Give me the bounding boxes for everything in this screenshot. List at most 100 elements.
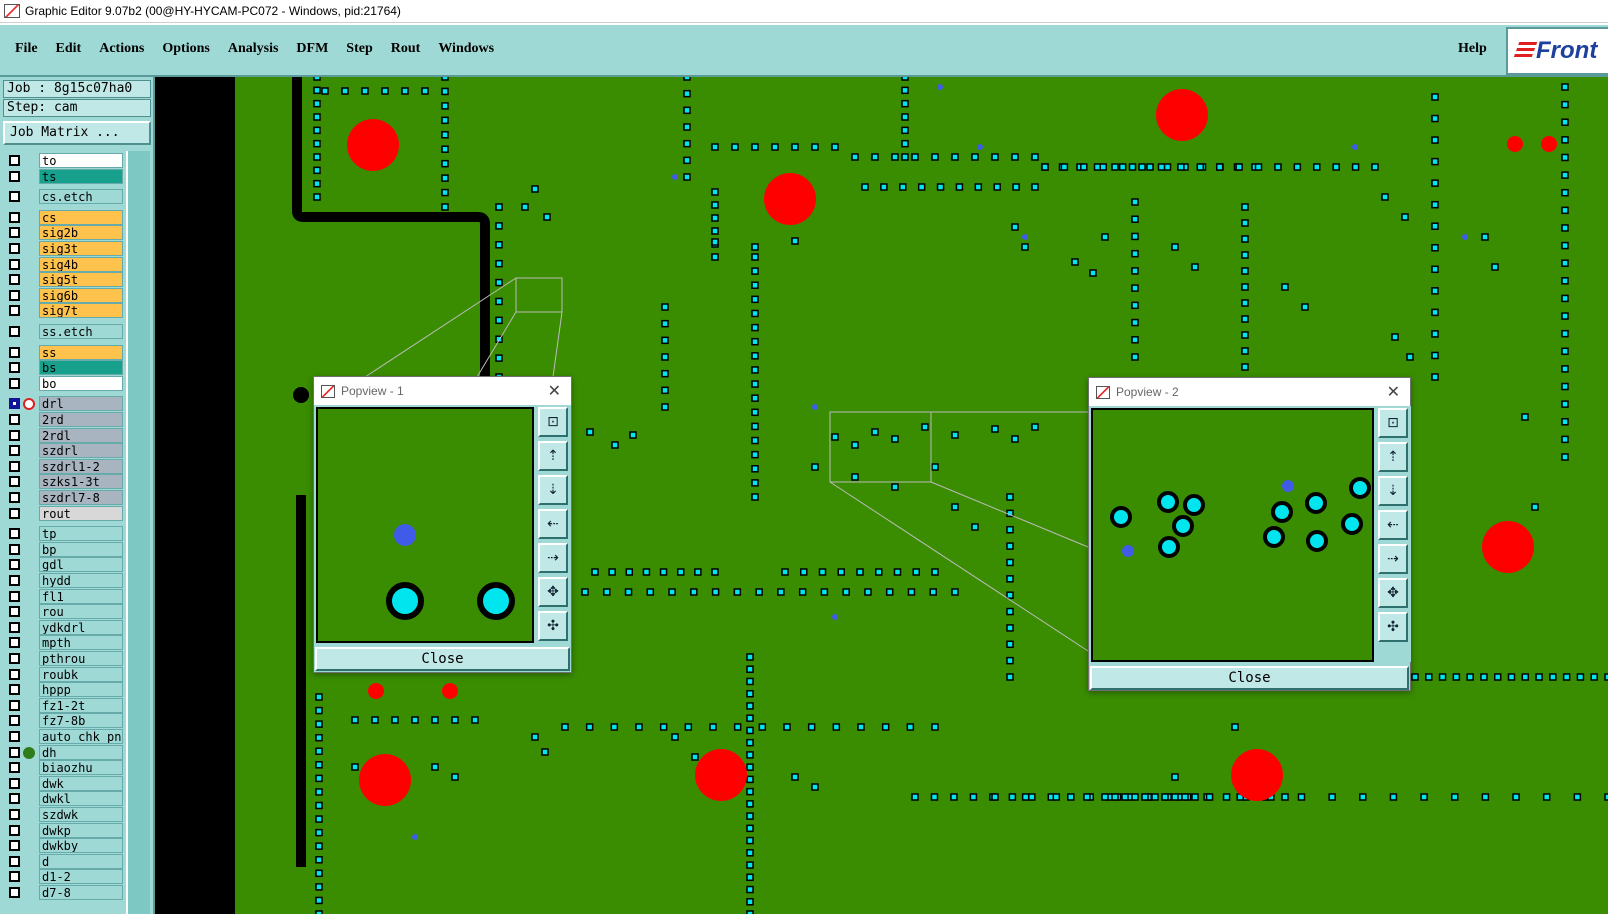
layer-checkbox[interactable] — [9, 492, 20, 503]
layer-checkbox[interactable] — [9, 559, 20, 571]
layer-checkbox[interactable] — [9, 398, 20, 410]
layer-checkbox[interactable] — [9, 528, 20, 540]
layer-checkbox[interactable] — [9, 258, 20, 270]
zoom-in-icon[interactable]: ✥ — [1378, 578, 1408, 608]
zoom-in-icon[interactable]: ✥ — [538, 577, 568, 607]
popview-2-viewport[interactable] — [1091, 408, 1374, 662]
layer-row[interactable]: hydd — [3, 573, 124, 588]
popview-1-titlebar[interactable]: Popview - 1 — [314, 377, 571, 405]
layer-row[interactable]: szdrl7-8 — [3, 490, 124, 505]
layer-checkbox[interactable] — [9, 871, 20, 883]
layer-row[interactable]: cs.etch — [3, 189, 124, 205]
layer-checkbox[interactable] — [9, 840, 20, 852]
layer-row[interactable]: dh — [3, 744, 124, 760]
menu-analysis[interactable]: Analysis — [228, 41, 279, 57]
zoom-fit-icon[interactable]: ⊡ — [538, 407, 568, 437]
menu-help[interactable]: Help — [1458, 41, 1487, 57]
layer-row[interactable]: mpth — [3, 635, 124, 651]
layer-row[interactable]: gdl — [3, 557, 124, 573]
pan-right-icon[interactable]: ⇢ — [538, 543, 568, 573]
layer-checkbox[interactable] — [9, 637, 20, 649]
layer-row[interactable]: sig7t — [3, 303, 124, 319]
layer-checkbox[interactable] — [9, 346, 20, 358]
menu-dfm[interactable]: DFM — [296, 41, 328, 57]
pan-down-icon[interactable]: ⇣ — [1378, 476, 1408, 506]
pan-down-icon[interactable]: ⇣ — [538, 475, 568, 505]
layer-row[interactable]: roubk — [3, 666, 124, 682]
pan-up-icon[interactable]: ⇡ — [1378, 442, 1408, 472]
layer-row[interactable]: pthrou — [3, 651, 124, 666]
job-matrix-button[interactable]: Job Matrix ... — [3, 121, 151, 145]
layer-checkbox[interactable] — [9, 621, 20, 633]
layer-checkbox[interactable] — [9, 809, 20, 820]
layer-checkbox[interactable] — [9, 170, 20, 182]
menu-edit[interactable]: Edit — [56, 41, 82, 57]
pan-right-icon[interactable]: ⇢ — [1378, 544, 1408, 574]
layer-checkbox[interactable] — [9, 887, 20, 898]
layer-row[interactable]: d7-8 — [3, 885, 124, 900]
layer-checkbox[interactable] — [9, 606, 20, 618]
layer-row[interactable]: 2rdl — [3, 427, 124, 443]
menu-step[interactable]: Step — [346, 41, 372, 57]
layer-checkbox[interactable] — [9, 155, 20, 166]
zoom-out-icon[interactable]: ✣ — [1378, 612, 1408, 642]
layer-checkbox[interactable] — [9, 684, 20, 696]
layer-checkbox[interactable] — [9, 305, 20, 317]
layer-row[interactable]: ts — [3, 168, 124, 184]
layer-checkbox[interactable] — [9, 731, 20, 742]
menu-rout[interactable]: Rout — [391, 41, 421, 57]
layer-row[interactable]: bo — [3, 375, 124, 391]
layer-checkbox[interactable] — [9, 543, 20, 555]
layer-row[interactable]: bs — [3, 360, 124, 376]
layer-row[interactable]: sig2b — [3, 225, 124, 241]
layer-row[interactable]: szks1-3t — [3, 474, 124, 490]
layer-checkbox[interactable] — [9, 590, 20, 602]
layer-row[interactable]: sig4b — [3, 256, 124, 272]
layer-row[interactable]: 2rd — [3, 412, 124, 427]
layer-row[interactable]: szdrl — [3, 443, 124, 459]
layer-checkbox[interactable] — [9, 699, 20, 711]
layer-list-scrollbar[interactable] — [126, 151, 150, 914]
layer-row[interactable]: biaozhu — [3, 760, 124, 776]
layer-row[interactable]: ss — [3, 344, 124, 360]
layer-row[interactable]: d — [3, 853, 124, 869]
layer-row[interactable]: rout — [3, 505, 124, 521]
layer-checkbox[interactable] — [9, 211, 20, 223]
layer-checkbox[interactable] — [9, 191, 20, 203]
layer-row[interactable]: tp — [3, 526, 124, 542]
layer-row[interactable]: drl — [3, 396, 124, 412]
layer-checkbox[interactable] — [9, 575, 20, 586]
layer-row[interactable]: fz7-8b — [3, 713, 124, 729]
menu-actions[interactable]: Actions — [99, 41, 144, 57]
layer-row[interactable]: bp — [3, 541, 124, 557]
layer-row[interactable]: sig6b — [3, 287, 124, 303]
layer-checkbox[interactable] — [9, 507, 20, 519]
menu-windows[interactable]: Windows — [438, 41, 494, 57]
layer-row[interactable]: hppp — [3, 682, 124, 698]
zoom-out-icon[interactable]: ✣ — [538, 611, 568, 641]
layer-row[interactable]: to — [3, 153, 124, 168]
layer-row[interactable]: sig3t — [3, 241, 124, 256]
layer-row[interactable]: ss.etch — [3, 324, 124, 339]
menu-file[interactable]: File — [15, 41, 38, 57]
layer-checkbox[interactable] — [9, 653, 20, 664]
pan-up-icon[interactable]: ⇡ — [538, 441, 568, 471]
layer-row[interactable]: dwkby — [3, 838, 124, 854]
layer-row[interactable]: sig5t — [3, 272, 124, 288]
layer-row[interactable]: fz1-2t — [3, 697, 124, 713]
layer-row[interactable]: szdwk — [3, 807, 124, 822]
layer-checkbox[interactable] — [9, 460, 20, 472]
layer-checkbox[interactable] — [9, 377, 20, 389]
pan-left-icon[interactable]: ⇠ — [538, 509, 568, 539]
layer-checkbox[interactable] — [9, 715, 20, 727]
layer-checkbox[interactable] — [9, 762, 20, 774]
layer-checkbox[interactable] — [9, 362, 20, 374]
layer-row[interactable]: szdrl1-2 — [3, 458, 124, 474]
layer-row[interactable]: dwkl — [3, 791, 124, 807]
popview-1-viewport[interactable] — [316, 407, 534, 643]
layer-row[interactable]: auto_chk_pn — [3, 729, 124, 744]
layer-row[interactable]: ydkdrl — [3, 619, 124, 635]
layer-row[interactable]: fl1 — [3, 588, 124, 604]
layer-checkbox[interactable] — [9, 274, 20, 286]
popview-1-close-button[interactable]: Close — [315, 647, 570, 671]
